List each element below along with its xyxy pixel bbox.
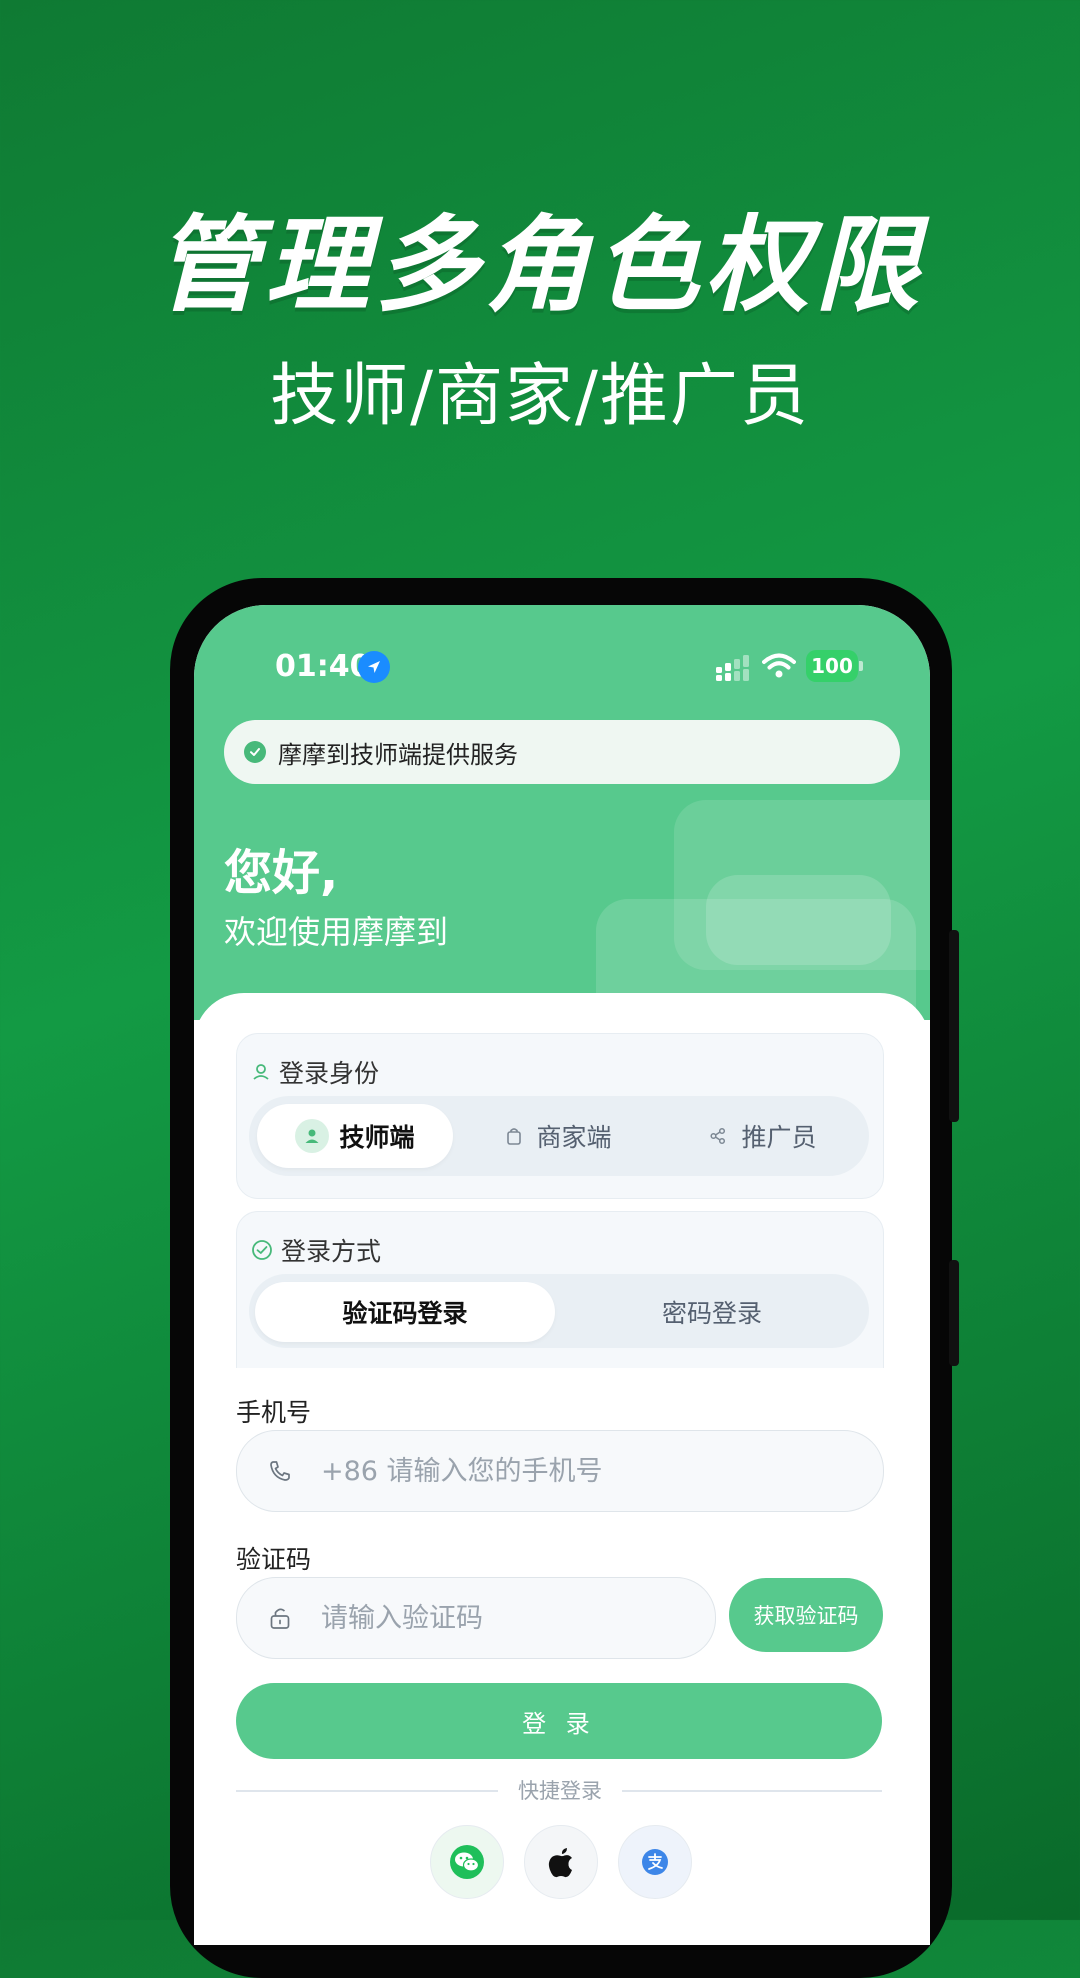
alipay-login-button[interactable] [618, 1825, 692, 1899]
login-card: 登录身份 技师端 商家端 推广员 登录方式 验证码登录 密码登录 手机号 +86… [194, 993, 930, 1945]
promo-subheadline: 技师/商家/推广员 [270, 357, 810, 436]
service-notice: 摩摩到技师端提供服务 [224, 720, 900, 784]
role-option-label: 技师端 [339, 1123, 415, 1152]
code-field-label: 验证码 [236, 1545, 312, 1574]
role-section-label: 登录身份 [279, 1059, 380, 1088]
decor-shape [706, 875, 891, 965]
greeting-subtitle: 欢迎使用摩摩到 [224, 913, 449, 951]
mode-option-sms-code[interactable]: 验证码登录 [255, 1282, 555, 1342]
mode-option-label: 验证码登录 [342, 1299, 468, 1328]
hero-header: 01:40 100 摩摩到技师端提供服务 您好, 欢迎使用摩摩到 [194, 605, 930, 1049]
apple-icon [548, 1848, 572, 1878]
mode-section-label: 登录方式 [281, 1237, 382, 1266]
status-time: 01:40 [275, 649, 371, 684]
battery-indicator: 100 [806, 650, 858, 682]
phone-input-wrapper [236, 1430, 884, 1512]
notice-text: 摩摩到技师端提供服务 [278, 740, 518, 769]
role-panel-header: 登录身份 [251, 1054, 379, 1090]
user-icon [295, 1119, 330, 1153]
mode-panel: 登录方式 验证码登录 密码登录 [236, 1211, 884, 1368]
alipay-icon [642, 1849, 668, 1875]
side-button [949, 930, 959, 1122]
status-bar: 01:40 100 [194, 643, 930, 693]
divider-line [236, 1790, 498, 1792]
role-selector: 技师端 商家端 推广员 [249, 1096, 869, 1176]
role-option-promoter[interactable]: 推广员 [665, 1104, 861, 1168]
check-circle-icon [244, 741, 266, 763]
phone-field-label: 手机号 [236, 1398, 312, 1427]
role-option-merchant[interactable]: 商家端 [461, 1104, 657, 1168]
code-input[interactable] [319, 1601, 583, 1635]
wifi-icon [762, 653, 796, 678]
role-option-label: 商家端 [536, 1123, 612, 1152]
code-input-wrapper [236, 1577, 716, 1659]
wechat-icon [450, 1845, 484, 1879]
phone-icon [267, 1458, 293, 1484]
role-option-technician[interactable]: 技师端 [257, 1104, 453, 1168]
login-button[interactable]: 登 录 [236, 1683, 882, 1759]
location-arrow-icon [358, 651, 390, 683]
divider-line [622, 1790, 882, 1792]
check-circle-outline-icon [252, 1240, 272, 1260]
app-screen: 01:40 100 摩摩到技师端提供服务 您好, 欢迎使用摩摩到 登录身份 技师… [194, 605, 930, 1945]
quick-login-label: 快捷登录 [518, 1779, 602, 1803]
signal-icon [716, 655, 749, 681]
role-option-label: 推广员 [741, 1123, 817, 1152]
mode-option-label: 密码登录 [661, 1299, 762, 1328]
shopping-bag-icon [506, 1127, 522, 1145]
login-mode-selector: 验证码登录 密码登录 [249, 1274, 869, 1348]
phone-input[interactable] [319, 1454, 703, 1488]
mode-option-password[interactable]: 密码登录 [561, 1282, 863, 1342]
share-icon [709, 1127, 727, 1145]
role-panel: 登录身份 技师端 商家端 推广员 [236, 1033, 884, 1199]
side-button [949, 1260, 959, 1366]
user-outline-icon [253, 1064, 269, 1080]
apple-login-button[interactable] [524, 1825, 598, 1899]
wechat-login-button[interactable] [430, 1825, 504, 1899]
battery-tip [859, 661, 863, 671]
mode-panel-header: 登录方式 [251, 1232, 381, 1268]
greeting-title: 您好, [224, 845, 339, 901]
promo-headline: 管理多角色权限 [154, 204, 925, 326]
unlock-icon [267, 1605, 293, 1631]
get-code-button[interactable]: 获取验证码 [729, 1578, 883, 1652]
